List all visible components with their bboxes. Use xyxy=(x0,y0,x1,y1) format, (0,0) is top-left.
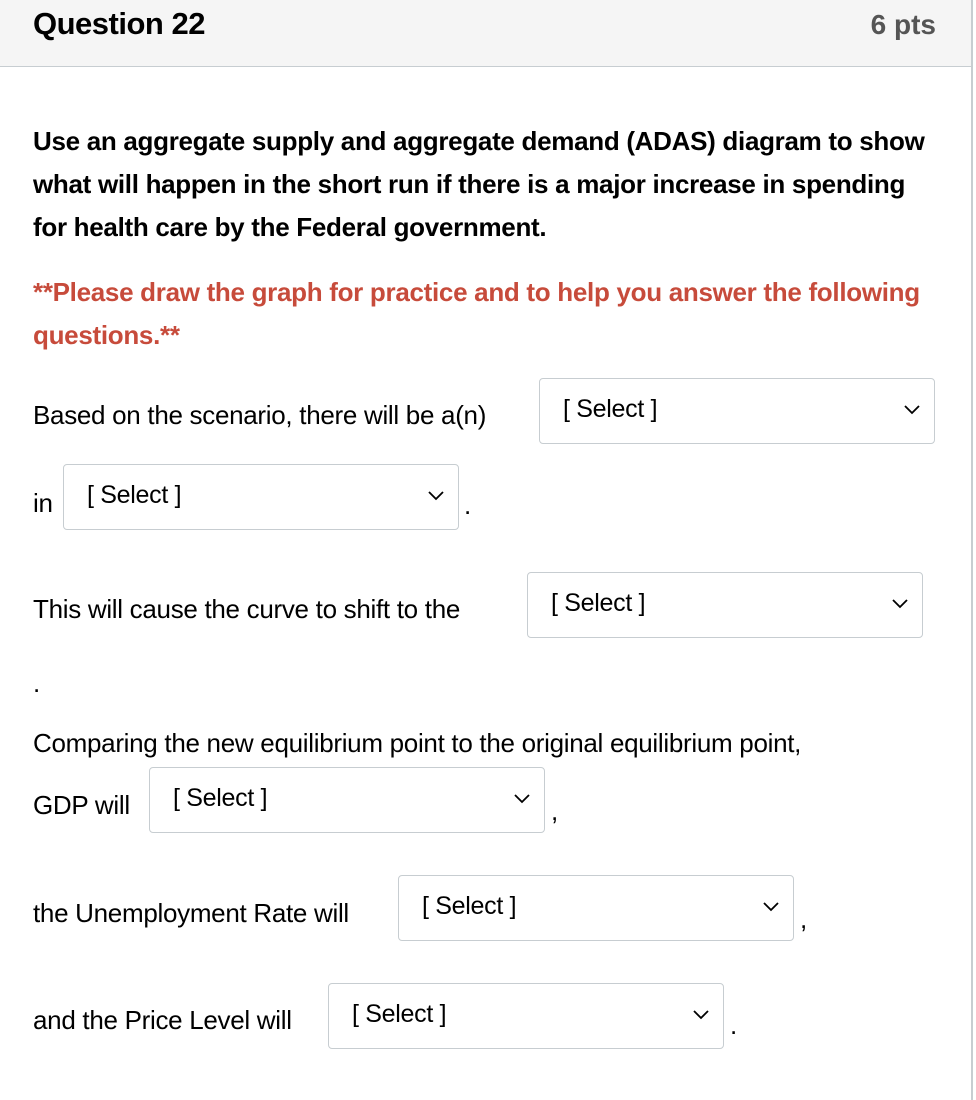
comma: , xyxy=(551,796,559,826)
dropdown-value: [ Select ] xyxy=(563,395,658,423)
chevron-down-icon xyxy=(904,405,920,415)
question-card: Question 22 6 pts Use an aggregate suppl… xyxy=(0,0,973,1100)
dropdown-price-level[interactable]: [ Select ] xyxy=(328,983,724,1049)
dropdown-value: [ Select ] xyxy=(551,589,646,617)
dropdown-value: [ Select ] xyxy=(422,892,517,920)
dropdown-component[interactable]: [ Select ] xyxy=(63,464,459,530)
question-prompt: Use an aggregate supply and aggregate de… xyxy=(33,126,925,242)
price-level-label: and the Price Level will xyxy=(33,1005,292,1035)
period: . xyxy=(464,490,472,520)
period: . xyxy=(730,1010,738,1040)
chevron-down-icon xyxy=(428,491,444,501)
practice-note: **Please draw the graph for practice and… xyxy=(33,277,920,350)
chevron-down-icon xyxy=(763,902,779,912)
chevron-down-icon xyxy=(693,1010,709,1020)
dropdown-value: [ Select ] xyxy=(173,784,268,812)
chevron-down-icon xyxy=(514,794,530,804)
blank-1-label: Based on the scenario, there will be a(n… xyxy=(33,400,487,430)
dropdown-value: [ Select ] xyxy=(87,481,182,509)
comparison-label: Comparing the new equilibrium point to t… xyxy=(33,728,802,758)
question-points: 6 pts xyxy=(870,9,936,40)
dropdown-shift-direction[interactable]: [ Select ] xyxy=(527,572,923,638)
question-title: Question 22 xyxy=(33,6,205,41)
period: . xyxy=(33,668,41,698)
gdp-label: GDP will xyxy=(33,790,130,820)
dropdown-gdp[interactable]: [ Select ] xyxy=(149,767,545,833)
comma: , xyxy=(800,904,808,934)
blank-3-label: This will cause the curve to shift to th… xyxy=(33,594,461,624)
chevron-down-icon xyxy=(892,599,908,609)
dropdown-change-type[interactable]: [ Select ] xyxy=(539,378,935,444)
question-header: Question 22 6 pts xyxy=(0,0,971,67)
unemployment-label: the Unemployment Rate will xyxy=(33,898,349,928)
dropdown-unemployment[interactable]: [ Select ] xyxy=(398,875,794,941)
dropdown-value: [ Select ] xyxy=(352,1000,447,1028)
blank-2-label: in xyxy=(33,488,53,518)
